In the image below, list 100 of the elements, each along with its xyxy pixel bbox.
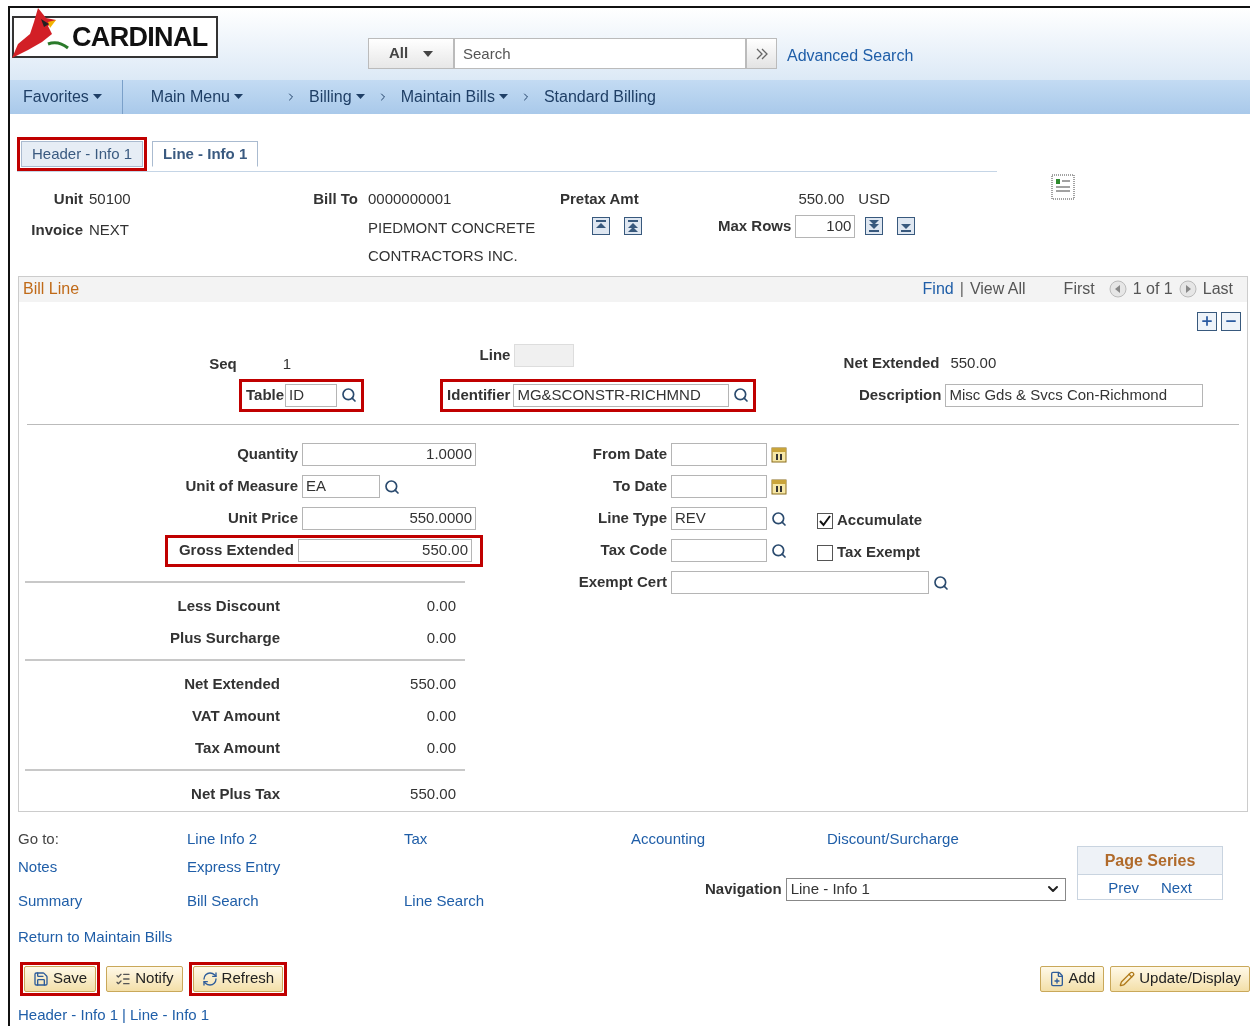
add-icon: [1048, 970, 1065, 987]
max-rows-field[interactable]: 100: [795, 214, 856, 238]
search-go-button[interactable]: [746, 38, 777, 69]
line-field: [514, 344, 575, 367]
goto-link[interactable]: Discount/Surcharge: [827, 827, 1081, 850]
next-icon[interactable]: [1178, 280, 1197, 298]
total-label: Tax Amount: [194, 738, 280, 759]
input-field[interactable]: EA: [302, 475, 380, 498]
search-icon[interactable]: [933, 574, 949, 591]
toolbar-button[interactable]: Save: [24, 965, 97, 992]
goto-link[interactable]: Line Search: [404, 889, 631, 912]
search-icon[interactable]: [384, 478, 400, 495]
search-scope-dropdown[interactable]: All: [368, 38, 454, 69]
nav-menu-item[interactable]: Main Menu: [150, 85, 243, 109]
advanced-search-link[interactable]: Advanced Search: [787, 43, 914, 68]
field-label: From Date: [591, 444, 667, 465]
input-field[interactable]: REV: [671, 507, 767, 530]
toolbar-button[interactable]: Refresh: [192, 965, 284, 992]
calendar-icon[interactable]: [771, 478, 787, 495]
previous-icon[interactable]: [1108, 280, 1127, 298]
panel-title: Bill Line: [23, 279, 80, 299]
field-value: 1: [282, 354, 291, 375]
footer-link[interactable]: Header - Info 1: [18, 1003, 119, 1026]
table-field[interactable]: ID: [285, 383, 338, 407]
field-label: Pretax Amt: [560, 189, 639, 209]
toolbar-button[interactable]: Notify: [106, 965, 183, 992]
checkbox-label: Accumulate: [837, 510, 923, 531]
delete-row-button[interactable]: [1221, 311, 1241, 331]
goto-link[interactable]: Summary: [18, 889, 187, 912]
nav-menu-item[interactable]: Billing: [308, 85, 365, 109]
page-series-title: Page Series: [1078, 846, 1222, 875]
prev-link[interactable]: Prev: [1108, 876, 1139, 899]
input-field[interactable]: 550.0000: [302, 507, 476, 530]
first-label: First: [1063, 279, 1095, 299]
goto-link[interactable]: Bill Search: [187, 889, 404, 912]
checkbox[interactable]: [817, 544, 833, 561]
goto-link[interactable]: Tax: [404, 827, 631, 850]
nav-menu-item[interactable]: Maintain Bills: [400, 85, 508, 109]
next-link[interactable]: Next: [1161, 876, 1192, 899]
field-value: NEXT: [89, 219, 129, 240]
expand-icon[interactable]: [897, 217, 916, 235]
checkbox-label: Tax Exempt: [837, 542, 921, 563]
search-field[interactable]: Search: [454, 38, 746, 69]
date-field[interactable]: [671, 475, 767, 498]
caret-icon: [498, 94, 508, 100]
field-label: Net Extended: [842, 353, 940, 373]
toolbar-button[interactable]: Add: [1039, 965, 1105, 992]
goto-link[interactable]: Line Info 2: [187, 827, 404, 850]
toolbar-button[interactable]: Update/Display: [1110, 965, 1250, 992]
input-field[interactable]: 1.0000: [302, 443, 476, 466]
tab[interactable]: Line - Info 1: [152, 141, 259, 167]
goto-link[interactable]: Notes: [18, 855, 187, 878]
total-value: 0.00: [425, 628, 456, 649]
total-label: VAT Amount: [190, 706, 280, 727]
save-icon: [33, 970, 49, 987]
total-label: Plus Surcharge: [168, 628, 280, 649]
search-icon[interactable]: [771, 542, 787, 559]
collapse-icon[interactable]: [624, 217, 642, 235]
footer-link[interactable]: Line - Info 1: [129, 1003, 210, 1026]
spreadsheet-icon[interactable]: [1051, 174, 1076, 200]
collapse-icon[interactable]: [592, 217, 610, 235]
input-field[interactable]: [671, 571, 929, 594]
field-label: Invoice: [30, 219, 83, 240]
nav-menu-item[interactable]: Favorites: [23, 85, 102, 109]
total-value: 0.00: [425, 738, 456, 759]
search-icon[interactable]: [771, 510, 787, 527]
description-field[interactable]: Misc Gds & Svcs Con-Richmond: [945, 383, 1204, 407]
view-all-link[interactable]: View All: [969, 277, 1026, 301]
goto-link[interactable]: Accounting: [631, 827, 827, 850]
input-field[interactable]: [671, 539, 767, 562]
identifier-field[interactable]: MG&SCONSTR-RICHMND: [513, 383, 730, 407]
calendar-icon[interactable]: [771, 446, 787, 463]
separator: |: [122, 1004, 126, 1025]
customer-name-line: CONTRACTORS INC.: [368, 246, 519, 266]
field-label: To Date: [612, 476, 667, 497]
field-value: 0000000001: [368, 189, 453, 209]
goto-link[interactable]: Return to Maintain Bills: [18, 925, 187, 948]
nav-menu-item[interactable]: Standard Billing: [543, 85, 656, 109]
checkbox[interactable]: [817, 512, 833, 529]
logo[interactable]: CARDINAL: [12, 16, 218, 58]
find-link[interactable]: Find: [922, 277, 954, 301]
field-label: Line: [479, 345, 511, 366]
total-value: 550.00: [409, 784, 456, 805]
search-icon[interactable]: [341, 387, 358, 403]
date-field[interactable]: [671, 443, 767, 466]
double-chevron-icon: [755, 47, 768, 60]
tab[interactable]: Header - Info 1: [21, 141, 144, 167]
refresh-icon: [201, 970, 218, 987]
field-value: 50100: [89, 189, 131, 209]
goto-link[interactable]: Express Entry: [187, 855, 404, 878]
input-field[interactable]: 550.00: [298, 539, 472, 562]
field-label: Navigation: [705, 878, 782, 899]
plus-icon: [1200, 314, 1214, 328]
expand-icon[interactable]: [865, 217, 884, 235]
separator: |: [959, 279, 964, 299]
field-label: Description: [858, 384, 942, 405]
navigation-dropdown[interactable]: Line - Info 1: [785, 877, 1066, 901]
field-value: 550.00: [950, 353, 997, 373]
search-icon[interactable]: [733, 387, 750, 403]
add-row-button[interactable]: [1197, 311, 1217, 331]
